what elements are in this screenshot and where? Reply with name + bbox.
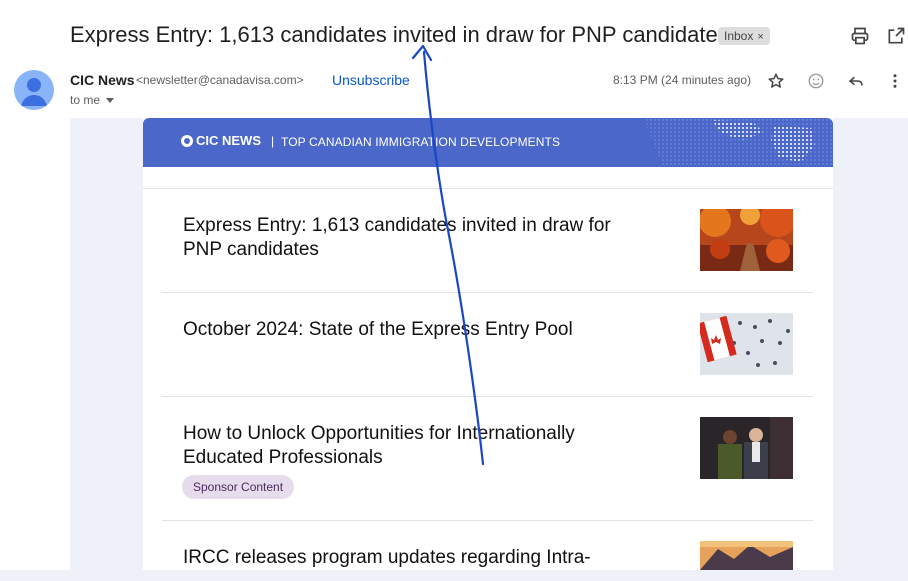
remove-label-icon[interactable]: ×	[757, 31, 763, 43]
reply-icon[interactable]	[845, 70, 867, 92]
banner-tagline: TOP CANADIAN IMMIGRATION DEVELOPMENTS	[281, 135, 561, 149]
sponsor-content-badge: Sponsor Content	[182, 475, 295, 499]
recipient-text: to me	[70, 93, 101, 107]
article-title-3[interactable]: How to Unlock Opportunities for Internat…	[183, 422, 653, 470]
banner-divider	[143, 188, 833, 189]
bottom-scroll-area	[0, 570, 908, 581]
star-icon[interactable]	[765, 70, 787, 92]
article-thumbnail-1[interactable]	[700, 209, 793, 271]
article-thumbnail-2[interactable]	[700, 313, 793, 375]
cic-news-logo: CIC NEWS	[181, 133, 261, 148]
inbox-label-text: Inbox	[724, 29, 754, 43]
sender-name[interactable]: CIC News	[70, 72, 135, 88]
more-vert-icon[interactable]	[884, 70, 906, 92]
article-thumbnail-4[interactable]	[700, 541, 793, 570]
banner-separator: |	[271, 134, 275, 148]
recipient-details[interactable]: to me	[70, 93, 115, 107]
article-divider	[162, 520, 813, 521]
email-timestamp: 8:13 PM (24 minutes ago)	[613, 73, 752, 87]
print-icon[interactable]	[848, 24, 872, 48]
cic-news-logo-text: CIC NEWS	[196, 133, 261, 148]
emoji-icon[interactable]	[805, 70, 827, 92]
chevron-down-icon[interactable]	[106, 98, 115, 104]
article-divider	[162, 396, 813, 397]
article-divider	[162, 292, 813, 293]
open-in-new-window-icon[interactable]	[884, 24, 908, 48]
article-title-4[interactable]: IRCC releases program updates regarding …	[183, 546, 653, 570]
dotted-map-graphic	[643, 118, 833, 167]
sender-avatar[interactable]	[14, 70, 54, 110]
email-subject: Express Entry: 1,613 candidates invited …	[70, 22, 729, 47]
article-title-1[interactable]: Express Entry: 1,613 candidates invited …	[183, 214, 653, 262]
unsubscribe-link[interactable]: Unsubscribe	[332, 72, 410, 88]
newsletter-banner[interactable]: CIC NEWS | TOP CANADIAN IMMIGRATION DEVE…	[143, 118, 833, 167]
inbox-label-chip[interactable]: Inbox ×	[718, 27, 770, 45]
sender-email: <newsletter@canadavisa.com>	[136, 73, 304, 87]
article-thumbnail-3[interactable]	[700, 417, 793, 479]
article-title-2[interactable]: October 2024: State of the Express Entry…	[183, 318, 653, 342]
